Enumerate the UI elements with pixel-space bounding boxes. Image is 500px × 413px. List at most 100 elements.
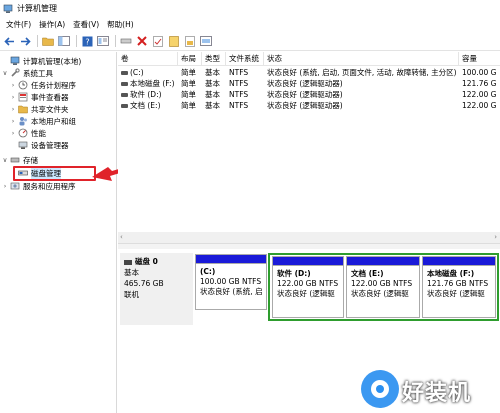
expand-chevron-icon[interactable]: › <box>9 93 17 101</box>
tree-item-services-applications[interactable]: › 服务和应用程序 <box>1 180 76 192</box>
scroll-right-icon[interactable]: › <box>494 233 497 241</box>
menu-file[interactable]: 文件(F) <box>2 19 35 30</box>
partition-details: 本地磁盘 (F:) 121.76 GB NTFS 状态良好 (逻辑驱 <box>423 266 495 299</box>
partition-c[interactable]: (C:) 100.00 GB NTFS 状态良好 (系统, 启 <box>195 254 267 310</box>
column-header-capacity[interactable]: 容量 <box>459 52 500 66</box>
collapse-chevron-icon[interactable]: ∨ <box>1 69 9 77</box>
tree-item-computer-management[interactable]: 计算机管理(本地) <box>1 55 81 67</box>
collapse-chevron-icon[interactable]: ∨ <box>1 156 9 164</box>
partition-bar <box>273 257 343 266</box>
volume-name: 本地磁盘 (F:) <box>130 79 175 88</box>
extended-partition: 软件 (D:) 122.00 GB NTFS 状态良好 (逻辑驱 文档 (E:)… <box>268 253 499 321</box>
forward-icon[interactable] <box>18 34 32 48</box>
capacity-cell: 122.00 G <box>462 90 497 99</box>
layout-cell: 简单 <box>181 68 196 77</box>
back-icon[interactable] <box>2 34 16 48</box>
partition-bar <box>347 257 419 266</box>
title-bar: 计算机管理 <box>0 0 500 17</box>
filesystem-cell: NTFS <box>229 68 249 77</box>
scroll-left-icon[interactable]: ‹ <box>120 233 123 241</box>
properties-icon[interactable] <box>96 34 110 48</box>
computer-management-icon <box>3 4 13 13</box>
column-header-volume[interactable]: 卷 <box>118 52 178 66</box>
expand-chevron-icon[interactable]: › <box>1 182 9 190</box>
tree-item-local-users-groups[interactable]: › 本地用户和组 <box>9 115 76 127</box>
tree-item-task-scheduler[interactable]: › 任务计划程序 <box>9 79 76 91</box>
layout-cell: 简单 <box>181 101 196 110</box>
horizontal-scrollbar[interactable]: ‹ › <box>118 232 500 243</box>
volume-cell: 本地磁盘 (F:) <box>118 78 178 89</box>
tree-item-performance[interactable]: › 性能 <box>9 127 46 139</box>
open-icon[interactable] <box>183 34 197 48</box>
toolbar-separator <box>115 35 116 47</box>
window-title: 计算机管理 <box>17 4 57 13</box>
menu-help[interactable]: 帮助(H) <box>103 19 138 30</box>
tree-item-event-viewer[interactable]: › 事件查看器 <box>9 91 69 103</box>
column-header-type[interactable]: 类型 <box>202 52 226 66</box>
filesystem-cell: NTFS <box>229 90 249 99</box>
expand-chevron-icon[interactable]: › <box>9 129 17 137</box>
up-folder-icon[interactable] <box>41 34 55 48</box>
disk-status: 联机 <box>124 290 139 299</box>
capacity-cell: 122.00 G <box>462 101 497 110</box>
tree-item-device-manager[interactable]: 设备管理器 <box>9 139 69 151</box>
partition-details: 软件 (D:) 122.00 GB NTFS 状态良好 (逻辑驱 <box>273 266 343 299</box>
disk-info-panel[interactable]: 磁盘 0 基本 465.76 GB 联机 <box>120 253 193 325</box>
column-header-status[interactable]: 状态 <box>264 52 459 66</box>
volume-name: 文档 (E:) <box>130 101 161 110</box>
tree-label: 事件查看器 <box>31 92 69 102</box>
svg-text:?: ? <box>85 37 89 46</box>
layout-cell: 简单 <box>181 90 196 99</box>
expand-chevron-icon[interactable]: › <box>9 105 17 113</box>
show-hide-tree-icon[interactable] <box>57 34 71 48</box>
device-manager-icon <box>18 141 28 149</box>
expand-chevron-icon[interactable]: › <box>9 117 17 125</box>
partition-e[interactable]: 文档 (E:) 122.00 GB NTFS 状态良好 (逻辑驱 <box>346 256 420 318</box>
tree-label: 设备管理器 <box>31 140 69 150</box>
filesystem-cell: NTFS <box>229 79 249 88</box>
highlight-box <box>13 166 96 181</box>
volume-row[interactable]: (C:) 简单 基本 NTFS 状态良好 (系统, 启动, 页面文件, 活动, … <box>118 67 500 78</box>
volume-row[interactable]: 软件 (D:) 简单 基本 NTFS 状态良好 (逻辑驱动器) 122.00 G <box>118 89 500 100</box>
volume-name: (C:) <box>130 68 144 77</box>
menu-view[interactable]: 查看(V) <box>69 19 103 30</box>
column-header-filesystem[interactable]: 文件系统 <box>226 52 264 66</box>
check-icon[interactable] <box>151 34 165 48</box>
partition-bar <box>423 257 495 266</box>
volume-row[interactable]: 文档 (E:) 简单 基本 NTFS 状态良好 (逻辑驱动器) 122.00 G <box>118 100 500 111</box>
volume-row[interactable]: 本地磁盘 (F:) 简单 基本 NTFS 状态良好 (逻辑驱动器) 121.76… <box>118 78 500 89</box>
type-cell: 基本 <box>205 79 220 88</box>
tree-label: 性能 <box>31 128 46 138</box>
partition-status: 状态良好 (系统, 启 <box>200 287 263 296</box>
menu-action[interactable]: 操作(A) <box>35 19 69 30</box>
volume-list-header: 卷 布局 类型 文件系统 状态 容量 <box>118 52 500 66</box>
toolbar: ? <box>0 32 500 51</box>
tree-item-storage[interactable]: ∨ 存储 <box>1 154 38 166</box>
partition-name: 本地磁盘 (F:) <box>427 269 475 278</box>
partition-size: 121.76 GB NTFS <box>427 279 489 288</box>
column-header-layout[interactable]: 布局 <box>178 52 202 66</box>
tree-item-shared-folders[interactable]: › 共享文件夹 <box>9 103 69 115</box>
partition-name: 文档 (E:) <box>351 269 384 278</box>
tree-item-system-tools[interactable]: ∨ 系统工具 <box>1 67 53 79</box>
connect-icon[interactable] <box>119 34 133 48</box>
partition-details: 文档 (E:) 122.00 GB NTFS 状态良好 (逻辑驱 <box>347 266 419 299</box>
volume-cell: 文档 (E:) <box>118 100 178 111</box>
tree-label: 本地用户和组 <box>31 116 76 126</box>
drive-icon <box>121 71 128 75</box>
partition-d[interactable]: 软件 (D:) 122.00 GB NTFS 状态良好 (逻辑驱 <box>272 256 344 318</box>
settings-icon[interactable] <box>199 34 213 48</box>
export-icon[interactable] <box>167 34 181 48</box>
partition-name: 软件 (D:) <box>277 269 311 278</box>
help-icon[interactable]: ? <box>80 34 94 48</box>
watermark-logo: 好装机 <box>358 368 498 412</box>
delete-icon[interactable] <box>135 34 149 48</box>
status-cell: 状态良好 (系统, 启动, 页面文件, 活动, 故障转储, 主分区) <box>267 68 457 77</box>
status-cell: 状态良好 (逻辑驱动器) <box>267 101 343 110</box>
computer-icon <box>10 56 20 65</box>
partition-f[interactable]: 本地磁盘 (F:) 121.76 GB NTFS 状态良好 (逻辑驱 <box>422 256 496 318</box>
expand-chevron-icon[interactable]: › <box>9 81 17 89</box>
tree-label: 计算机管理(本地) <box>23 56 82 66</box>
partition-status: 状态良好 (逻辑驱 <box>351 289 409 298</box>
tree-label: 存储 <box>23 155 38 165</box>
